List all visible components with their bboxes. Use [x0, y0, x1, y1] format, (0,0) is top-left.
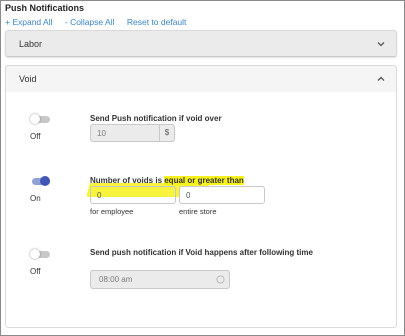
void-time-toggle[interactable]: [30, 249, 50, 259]
section-void-header[interactable]: Void: [5, 65, 397, 93]
void-amount-input[interactable]: 10: [90, 124, 160, 142]
toolbar: + Expand All - Collapse All Reset to def…: [5, 17, 196, 27]
void-count-rule-title-plain: Number of voids is: [90, 176, 165, 185]
void-count-rule-title: Number of voids is equal or greater than: [90, 176, 244, 185]
void-time-input[interactable]: 08:00 am: [90, 270, 230, 289]
void-time-rule-title: Send push notification if Void happens a…: [90, 248, 313, 257]
void-amount-toggle[interactable]: [30, 114, 50, 124]
clock-icon[interactable]: [216, 275, 225, 284]
void-amount-rule-title: Send Push notification if void over: [90, 114, 222, 123]
toggle-knob: [30, 114, 40, 124]
employee-voids-input[interactable]: 0: [90, 186, 176, 204]
collapse-all-link[interactable]: - Collapse All: [65, 17, 115, 27]
toggle-knob: [30, 249, 40, 259]
section-labor-header[interactable]: Labor: [5, 30, 397, 57]
chevron-down-icon: [377, 42, 385, 47]
store-label: entire store: [179, 207, 217, 216]
void-time-toggle-label: Off: [30, 267, 41, 276]
section-labor-label: Labor: [19, 39, 43, 49]
void-count-rule-title-highlight: equal or greater than: [164, 176, 244, 185]
toggle-knob: [40, 176, 50, 186]
reset-to-default-link[interactable]: Reset to default: [127, 17, 187, 27]
store-voids-input[interactable]: 0: [179, 186, 265, 204]
void-count-toggle[interactable]: [30, 176, 50, 186]
currency-addon: $: [160, 124, 175, 142]
void-amount-toggle-label: Off: [30, 132, 41, 141]
void-count-toggle-label: On: [30, 194, 41, 203]
chevron-up-icon: [377, 76, 385, 81]
employee-label: for employee: [90, 207, 134, 216]
section-void-label: Void: [19, 74, 37, 84]
expand-all-link[interactable]: + Expand All: [5, 17, 53, 27]
page-title: Push Notifications: [5, 3, 85, 13]
